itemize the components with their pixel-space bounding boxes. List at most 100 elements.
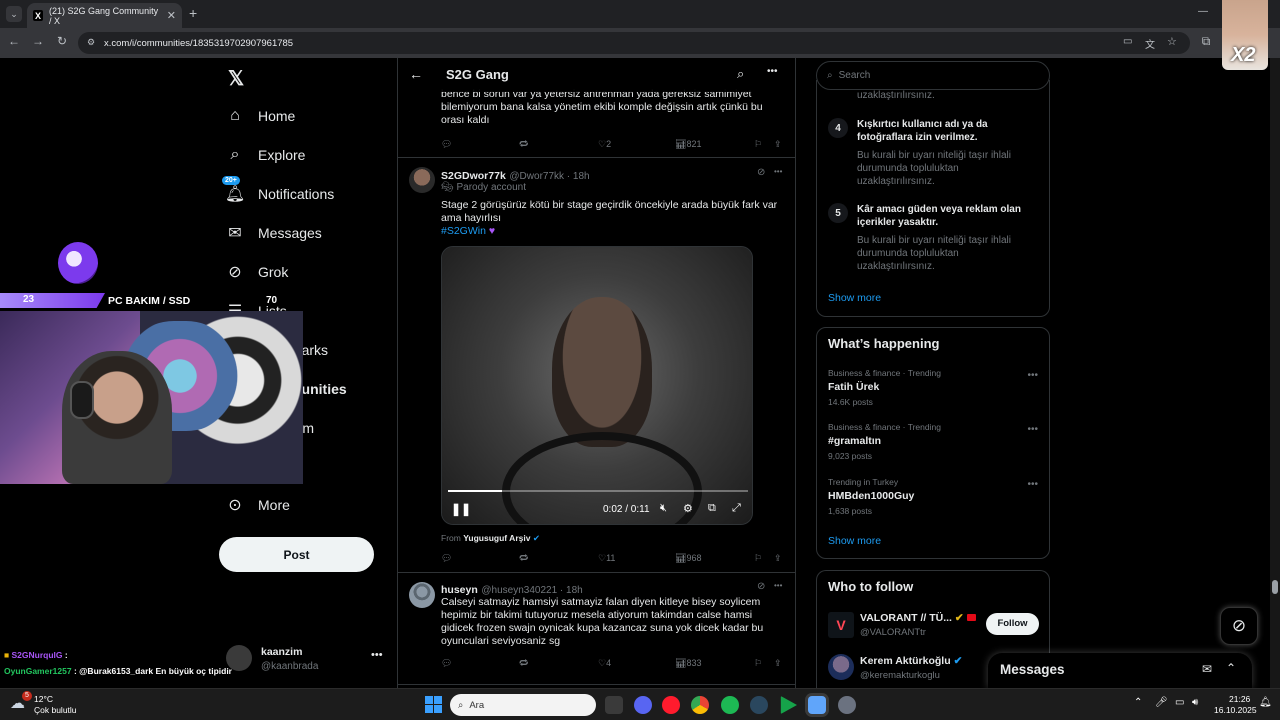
author-name[interactable]: S2GDwor77k <box>441 170 506 182</box>
scrollbar-thumb[interactable] <box>1272 580 1278 594</box>
page-scrollbar[interactable] <box>1270 58 1280 688</box>
star-icon[interactable]: ☆ <box>1167 35 1177 48</box>
address-bar[interactable]: ⚙ x.com/i/communities/183531970290796178… <box>78 32 1190 54</box>
settings-icon[interactable]: ⚙ <box>683 502 693 515</box>
new-message-icon[interactable]: ✉ <box>1202 662 1212 676</box>
retweet-icon[interactable]: 🔁︎ <box>519 657 528 670</box>
chrome-icon[interactable] <box>691 696 709 714</box>
share-icon[interactable]: ⇪ <box>774 658 782 669</box>
source-name[interactable]: Yugusuguf Arşiv <box>463 533 530 543</box>
chevron-up-icon[interactable]: ⌃ <box>1226 661 1236 675</box>
tweet[interactable]: huseyn @huseyn340221 · 18h ⊘ ••• Calseyi… <box>398 573 795 683</box>
pause-icon[interactable]: ❚❚ <box>451 502 471 516</box>
more-dots-icon[interactable]: ••• <box>774 167 782 176</box>
show-more-link[interactable]: Show more <box>828 292 881 304</box>
tab-list-icon[interactable]: ⌄ <box>6 6 22 22</box>
follow-button[interactable]: Follow <box>986 613 1039 635</box>
site-info-icon[interactable]: ⚙ <box>87 37 95 48</box>
avatar[interactable] <box>409 582 435 608</box>
spotify-icon[interactable] <box>721 696 739 714</box>
more-dots-icon[interactable]: ••• <box>1027 479 1038 490</box>
volume-icon[interactable]: 🔊︎ <box>1192 697 1198 708</box>
grok-icon[interactable]: ⊘ <box>757 581 765 592</box>
reply-icon[interactable]: 💬︎ <box>441 658 452 669</box>
retweet-icon[interactable]: 🔁︎ <box>519 138 528 151</box>
avatar[interactable] <box>409 167 435 193</box>
start-icon[interactable] <box>425 696 442 713</box>
weather-widget[interactable]: ☁ 5 12°C Çok bulutlu <box>10 691 90 717</box>
account-switcher[interactable]: kaanzim @kaanbrada ••• <box>226 643 386 675</box>
file-explorer-icon[interactable] <box>605 696 623 714</box>
reply-icon[interactable]: 💬︎ <box>441 553 452 564</box>
browser-tab[interactable]: X (21) S2G Gang Community / X ✕ <box>27 3 182 28</box>
more-dots-icon[interactable]: ••• <box>371 649 383 661</box>
nav-notifications[interactable]: 🔔︎ 20+ Notifications <box>222 176 334 203</box>
bookmark-icon[interactable]: ⚐ <box>754 139 762 150</box>
translate-icon[interactable]: 文 <box>1145 36 1155 51</box>
trend-item[interactable]: Business & finance · Trending #gramaltın… <box>828 422 1038 461</box>
nav-home[interactable]: ⌂ Home <box>226 107 295 125</box>
like-button[interactable]: ♡ 11 <box>598 553 615 564</box>
pip-icon[interactable]: ⧉ <box>708 502 716 515</box>
hashtag[interactable]: #S2GWin <box>441 225 486 237</box>
notification-bell-icon[interactable]: 🔔︎ <box>1259 697 1272 708</box>
bookmark-icon[interactable]: ⚐ <box>754 553 762 564</box>
mute-icon[interactable]: 🔇︎ <box>660 502 667 515</box>
nav-messages[interactable]: ✉ Messages <box>226 224 322 242</box>
like-button[interactable]: ♡ 4 <box>598 658 611 669</box>
more-dots-icon[interactable]: ••• <box>1027 370 1038 381</box>
reload-icon[interactable]: ↻ <box>54 34 70 48</box>
trend-item[interactable]: Business & finance · Trending Fatih Ürek… <box>828 368 1038 407</box>
back-arrow-icon[interactable]: ← <box>409 66 423 82</box>
views-button[interactable]: 📊︎ 833 <box>675 658 701 669</box>
video-player[interactable]: ❚❚ 0:02 / 0:11 🔇︎ ⚙ ⧉ ⤢ <box>441 246 753 525</box>
nav-more[interactable]: ⊙ More <box>226 496 290 514</box>
follow-suggestion[interactable]: V VALORANT // TÜ... ✔ @VALORANTtr Follow <box>828 610 1042 640</box>
network-icon[interactable]: ▭ <box>1175 697 1184 708</box>
forward-icon[interactable]: → <box>30 34 46 48</box>
settings-icon[interactable] <box>838 696 856 714</box>
close-tab-icon[interactable]: ✕ <box>167 9 176 22</box>
x-logo-icon[interactable]: 𝕏 <box>228 66 244 91</box>
show-more-link[interactable]: Show more <box>828 535 881 547</box>
post-button[interactable]: Post <box>219 537 374 572</box>
fullscreen-icon[interactable]: ⤢ <box>732 502 741 515</box>
discord-icon[interactable] <box>634 696 652 714</box>
tweet[interactable]: bence bi sorun var ya yetersiz antrenman… <box>398 88 795 157</box>
install-icon[interactable]: ▭ <box>1123 36 1132 47</box>
more-dots-icon[interactable]: ••• <box>1027 424 1038 435</box>
nav-grok[interactable]: ⊘ Grok <box>226 263 288 281</box>
back-icon[interactable]: ← <box>6 34 22 48</box>
share-icon[interactable]: ⇪ <box>774 553 782 564</box>
extensions-icon[interactable]: ⧉ <box>1198 34 1214 49</box>
retweet-icon[interactable]: 🔁︎ <box>519 552 528 565</box>
search-input[interactable]: ⌕ Search <box>816 61 1050 90</box>
clock-date[interactable]: 16.10.2025 <box>1214 705 1257 715</box>
mic-icon[interactable]: 🎤︎ <box>1155 697 1168 708</box>
opera-icon[interactable] <box>662 696 680 714</box>
follow-suggestion[interactable]: Kerem Aktürkoğlu ✔ @keremakturkoglu <box>828 654 988 684</box>
new-tab-button[interactable]: + <box>189 5 197 21</box>
like-button[interactable]: ♡ 2 <box>598 139 611 150</box>
author-name[interactable]: huseyn <box>441 584 478 596</box>
minimize-button[interactable]: — <box>1198 6 1208 17</box>
timeline[interactable]: ← S2G Gang ⌕ ••• bence bi sorun var ya y… <box>397 58 796 688</box>
nav-explore[interactable]: ⌕ Explore <box>226 146 306 164</box>
messages-drawer[interactable]: Messages ✉ ⌃ <box>988 653 1252 688</box>
active-app-icon[interactable] <box>808 696 826 714</box>
trend-item[interactable]: Trending in Turkey HMBden1000Guy 1,638 p… <box>828 477 1038 516</box>
game-launcher-icon[interactable] <box>780 696 797 714</box>
video-progress-track[interactable] <box>448 490 748 492</box>
grok-icon[interactable]: ⊘ <box>757 167 765 178</box>
more-dots-icon[interactable]: ••• <box>767 66 778 77</box>
steam-icon[interactable] <box>750 696 768 714</box>
search-icon[interactable]: ⌕ <box>737 66 744 82</box>
reply-icon[interactable]: 💬︎ <box>441 139 452 150</box>
share-icon[interactable]: ⇪ <box>774 139 782 150</box>
views-button[interactable]: 📊︎ 821 <box>675 139 701 150</box>
tray-chevron-icon[interactable]: ⌃ <box>1134 697 1142 708</box>
tweet[interactable]: S2GDwor77k @Dwor77kk · 18h ⊘ ••• 🎭︎ Paro… <box>398 158 795 573</box>
clock-time[interactable]: 21:26 <box>1229 694 1250 704</box>
more-dots-icon[interactable]: ••• <box>774 581 782 590</box>
views-button[interactable]: 📊︎ 968 <box>675 553 701 564</box>
